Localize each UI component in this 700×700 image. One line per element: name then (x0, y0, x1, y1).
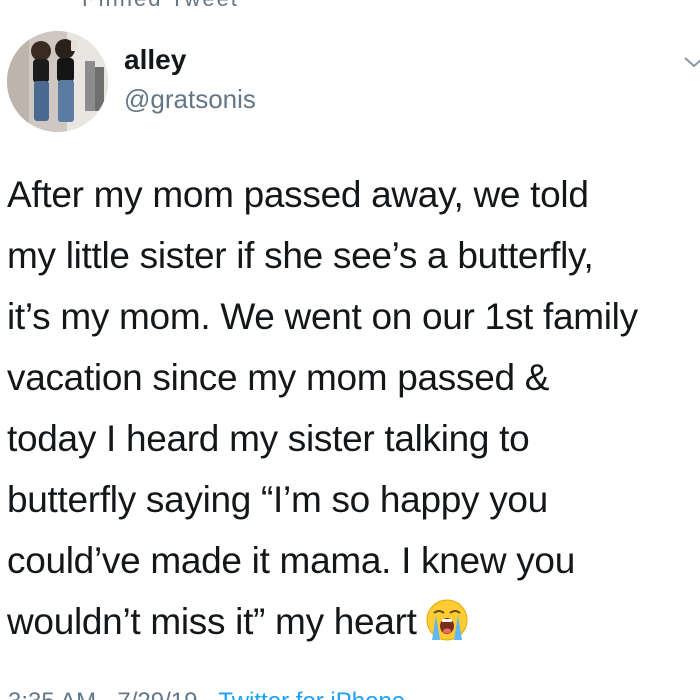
tweet-source-link[interactable]: Twitter for iPhone (218, 688, 405, 700)
tweet-line-text: wouldn’t miss it” my heart (7, 601, 417, 642)
avatar-photo (7, 31, 108, 132)
tweet-card: ▾ Pinned Tweet alley @gratsonis After my… (0, 0, 700, 700)
tweet-line: After my mom passed away, we told (7, 174, 589, 215)
tweet-line: could’ve made it mama. I knew you (7, 540, 575, 581)
tweet-date: 7/29/19 (117, 688, 197, 700)
loudly-crying-face-icon (426, 599, 468, 641)
display-name[interactable]: alley (124, 44, 186, 76)
tweet-time: 3:35 AM (8, 688, 96, 700)
tweet-line: vacation since my mom passed & (7, 357, 550, 398)
tweet-text: After my mom passed away, we told my lit… (7, 164, 697, 652)
tweet-line: today I heard my sister talking to (7, 418, 530, 459)
tweet-meta: 3:35 AM · 7/29/19 · Twitter for iPhone (8, 688, 405, 700)
tweet-line: my little sister if she see’s a butterfl… (7, 235, 594, 276)
user-handle[interactable]: @gratsonis (124, 84, 256, 115)
tweet-line: butterfly saying “I’m so happy you (7, 479, 548, 520)
chevron-down-icon[interactable] (682, 50, 700, 74)
tweet-line-last: wouldn’t miss it” my heart (7, 591, 697, 652)
avatar[interactable] (7, 31, 108, 132)
tweet-line: it’s my mom. We went on our 1st family (7, 296, 638, 337)
pinned-label: Pinned Tweet (82, 0, 239, 12)
